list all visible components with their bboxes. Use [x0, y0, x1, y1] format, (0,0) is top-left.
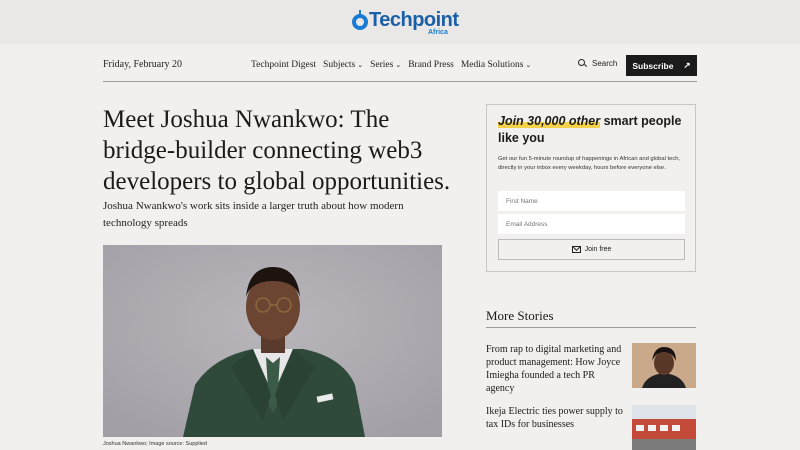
search-button[interactable]: Search — [578, 59, 617, 68]
logo-icon — [352, 10, 368, 30]
story-item[interactable]: Ikeja Electric ties power supply to tax … — [486, 405, 696, 450]
story-title: Ikeja Electric ties power supply to tax … — [486, 406, 623, 430]
more-stories-heading: More Stories — [486, 308, 554, 323]
story-title: From rap to digital marketing and produc… — [486, 344, 622, 394]
nav-item-techpoint-digest[interactable]: Techpoint Digest — [251, 60, 316, 70]
nav-menu: Techpoint Digest Subjects ⌄ Series ⌄ Brand… — [251, 60, 531, 70]
newsletter-title: Join 30,000 other smart people like you — [498, 113, 688, 147]
arrow-up-right-icon: ↗ — [683, 60, 691, 70]
first-name-field[interactable] — [498, 191, 685, 211]
join-free-label: Join free — [584, 246, 612, 253]
main-nav: Friday, February 20 Techpoint Digest Sub… — [103, 55, 697, 82]
story-item[interactable]: From rap to digital marketing and produc… — [486, 343, 696, 394]
email-field[interactable] — [498, 214, 685, 234]
masthead: Techpoint Africa — [0, 0, 800, 44]
newsletter-signup: Join 30,000 other smart people like you … — [486, 104, 696, 272]
nav-item-brand-press[interactable]: Brand Press — [408, 60, 454, 70]
chevron-down-icon: ⌄ — [395, 61, 402, 69]
more-stories-divider — [486, 327, 696, 328]
search-icon — [578, 59, 587, 68]
article-hero-image — [103, 245, 442, 437]
nav-item-subjects[interactable]: Subjects ⌄ — [323, 60, 363, 70]
article-headline: Meet Joshua Nwankwo: The bridge-builder … — [103, 106, 451, 195]
mail-icon — [571, 246, 581, 253]
subscribe-button[interactable]: Subscribe ↗ — [626, 55, 697, 76]
subscribe-label: Subscribe — [632, 60, 674, 71]
chevron-down-icon: ⌄ — [525, 61, 532, 69]
story-thumbnail — [632, 405, 696, 450]
techpoint-logo[interactable]: Techpoint Africa — [352, 9, 459, 36]
nav-item-media-solutions[interactable]: Media Solutions ⌄ — [461, 60, 531, 70]
current-date: Friday, February 20 — [103, 59, 183, 70]
newsletter-description: Get our fun 5-minute roundup of happenin… — [498, 156, 681, 171]
article-dek: Joshua Nwankwo's work sits inside a larg… — [103, 200, 404, 229]
nav-item-series[interactable]: Series ⌄ — [370, 60, 401, 70]
portrait-illustration — [103, 245, 442, 437]
story-thumbnail — [632, 343, 696, 388]
search-label: Search — [592, 59, 618, 68]
logo-subtext: Africa — [428, 29, 448, 36]
newsletter-title-highlight: Join 30,000 other — [498, 114, 601, 128]
chevron-down-icon: ⌄ — [357, 61, 364, 69]
image-caption: Joshua Nwankwo; Image source: Supplied — [103, 441, 207, 447]
join-free-button[interactable]: Join free — [498, 239, 685, 260]
